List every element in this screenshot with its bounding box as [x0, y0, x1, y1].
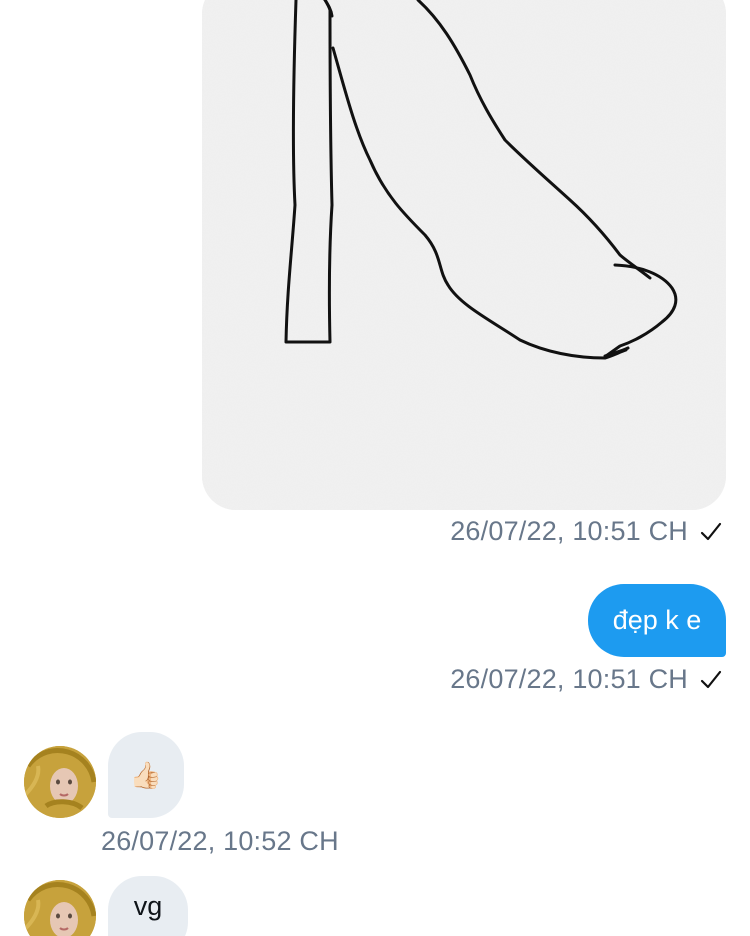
chat-thread: 26/07/22, 10:51 CH đẹp k e 26/07/22, 10:…: [0, 0, 750, 936]
avatar[interactable]: [24, 880, 96, 936]
timestamp-text: 26/07/22, 10:51 CH: [450, 664, 688, 694]
timestamp-text: 26/07/22, 10:51 CH: [450, 516, 688, 546]
avatar-image: [24, 880, 96, 936]
check-icon: [700, 522, 722, 540]
message-timestamp: 26/07/22, 10:51 CH: [450, 664, 722, 695]
drawing-image: [202, 0, 726, 510]
message-text: vg: [133, 890, 163, 921]
received-message-bubble[interactable]: 👍🏻: [108, 732, 184, 818]
sent-image-message[interactable]: [202, 0, 726, 510]
received-message-bubble[interactable]: vg: [108, 876, 188, 936]
message-text: đẹp k e: [612, 605, 702, 635]
timestamp-text: 26/07/22, 10:52 CH: [101, 826, 339, 856]
message-timestamp: 26/07/22, 10:51 CH: [450, 516, 722, 547]
sent-message-bubble[interactable]: đẹp k e: [588, 584, 726, 657]
avatar-image: [24, 746, 96, 818]
check-icon: [700, 670, 722, 688]
avatar[interactable]: [24, 746, 96, 818]
message-timestamp: 26/07/22, 10:52 CH: [101, 826, 339, 857]
thumbs-up-emoji: 👍🏻: [129, 759, 163, 790]
